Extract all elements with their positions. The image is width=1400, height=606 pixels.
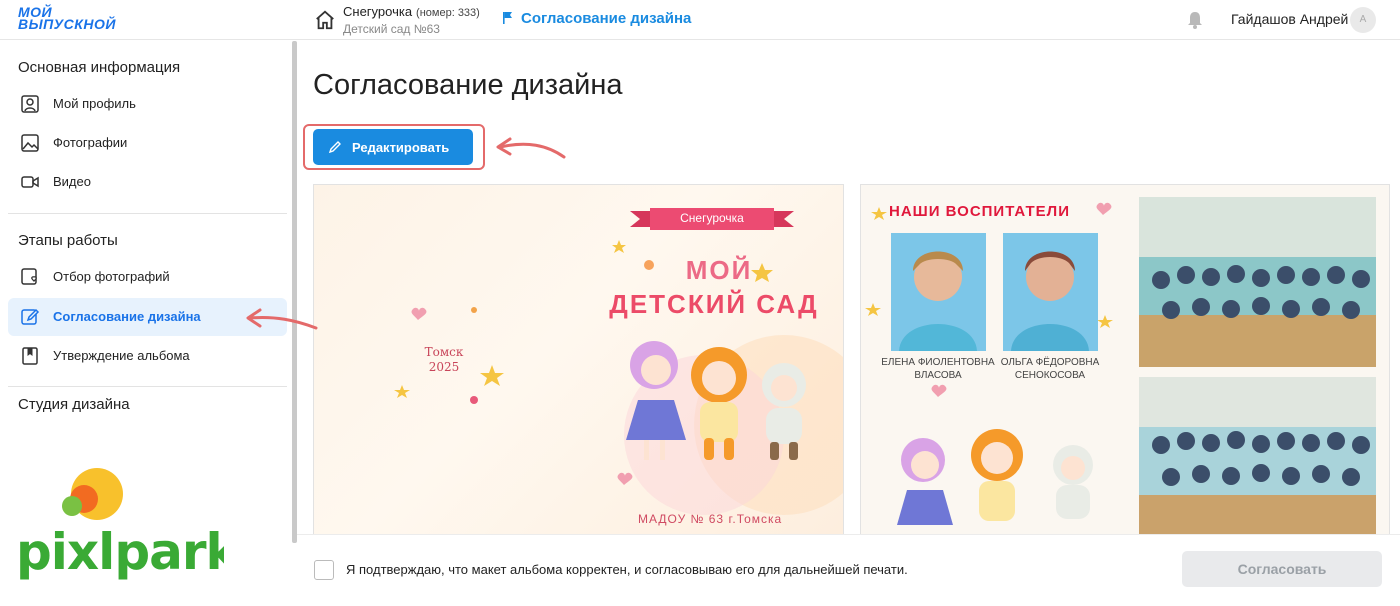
approval-bar: Я подтверждаю, что макет альбома коррект…	[297, 534, 1400, 604]
section-design-studio[interactable]: Студия дизайна	[18, 396, 130, 413]
app-logo[interactable]: МОЙ ВЫПУСКНОЙ	[18, 5, 116, 32]
sidebar-item-label: Мой профиль	[53, 96, 136, 111]
agree-button[interactable]: Согласовать	[1182, 551, 1382, 587]
cover-city: Томск 2025	[419, 345, 469, 375]
edit-button[interactable]: Редактировать	[313, 129, 473, 165]
user-name[interactable]: Гайдашов Андрей	[1231, 11, 1348, 27]
flag-icon	[503, 12, 512, 24]
breadcrumb-current-step[interactable]: Согласование дизайна	[521, 10, 691, 27]
pencil-icon	[21, 308, 40, 325]
cover-year: 2025	[428, 360, 460, 374]
teacher-2-name: ОЛЬГА ФЁДОРОВНА СЕНОКОСОВА	[985, 356, 1115, 382]
svg-text:pixlpark: pixlpark	[16, 523, 224, 581]
project-subtitle: Детский сад №63	[343, 22, 440, 36]
sidebar-item-label: Согласование дизайна	[53, 309, 201, 324]
cover-footer: МАДОУ № 63 г.Томска	[638, 512, 783, 526]
sidebar-item-photos[interactable]: Фотографии	[8, 124, 287, 162]
teacher-1-first: ЕЛЕНА ФИОЛЕНТОВНА	[881, 357, 995, 368]
sidebar-divider	[8, 386, 287, 387]
main-content: Согласование дизайна Редактировать Снегу	[297, 41, 1400, 604]
pencil-icon	[329, 141, 341, 153]
top-header: МОЙ ВЫПУСКНОЙ Снегурочка (номер: 333) Дет…	[0, 0, 1400, 40]
sidebar-item-label: Утверждение альбома	[53, 348, 190, 363]
teacher-1-name: ЕЛЕНА ФИОЛЕНТОВНА ВЛАСОВА	[873, 356, 1003, 382]
confirm-checkbox[interactable]	[314, 560, 334, 580]
section-basic-info: Основная информация	[18, 59, 181, 76]
video-icon	[21, 176, 39, 188]
annotation-arrow-sidebar	[246, 308, 318, 330]
avatar[interactable]: А	[1350, 7, 1376, 33]
pixlpark-logo: pixlpark	[16, 468, 224, 581]
sidebar-item-label: Отбор фотографий	[53, 269, 170, 284]
album-spread-teachers[interactable]: НАШИ ВОСПИТАТЕЛИ ЕЛЕНА ФИОЛЕНТОВНА ВЛАСО…	[860, 184, 1390, 536]
project-name-text: Снегурочка	[343, 4, 413, 19]
teacher-2-last: СЕНОКОСОВА	[1014, 370, 1086, 381]
page-title: Согласование дизайна	[313, 69, 623, 101]
teacher-1-last: ВЛАСОВА	[914, 370, 962, 381]
sidebar-item-profile[interactable]: Мой профиль	[8, 85, 287, 123]
edit-button-label: Редактировать	[352, 140, 450, 155]
logo-line2: ВЫПУСКНОЙ	[18, 16, 116, 32]
cover-title-line1: МОЙ	[685, 255, 753, 285]
cover-illustration	[626, 341, 806, 460]
confirm-label[interactable]: Я подтверждаю, что макет альбома коррект…	[346, 562, 908, 577]
sidebar-divider	[8, 213, 287, 214]
home-icon[interactable]	[314, 9, 336, 31]
sidebar-item-video[interactable]: Видео	[8, 163, 287, 201]
cover-city-name: Томск	[424, 345, 464, 359]
album-spread-cover[interactable]: Снегурочка МОЙ ДЕТСКИЙ САД Томск 2025 МА…	[313, 184, 844, 536]
project-number: (номер: 333)	[416, 7, 480, 19]
teachers-heading: НАШИ ВОСПИТАТЕЛИ	[889, 203, 1070, 220]
teacher-2-first: ОЛЬГА ФЁДОРОВНА	[1000, 357, 1100, 368]
bookmark-icon	[22, 347, 38, 365]
sidebar-item-label: Видео	[53, 174, 91, 189]
photo-heart-icon	[21, 268, 37, 285]
cover-title-line2: ДЕТСКИЙ САД	[609, 289, 819, 319]
bell-icon[interactable]	[1186, 10, 1204, 30]
sidebar-item-album-approval[interactable]: Утверждение альбома	[8, 337, 287, 375]
profile-icon	[21, 95, 39, 113]
section-work-stages: Этапы работы	[18, 232, 118, 249]
annotation-arrow-edit	[496, 137, 566, 159]
cover-ribbon-text: Снегурочка	[680, 211, 744, 225]
sidebar-item-photo-selection[interactable]: Отбор фотографий	[8, 258, 287, 296]
sidebar-item-label: Фотографии	[53, 135, 128, 150]
photo-icon	[21, 134, 39, 152]
project-name: Снегурочка (номер: 333)	[343, 4, 480, 19]
